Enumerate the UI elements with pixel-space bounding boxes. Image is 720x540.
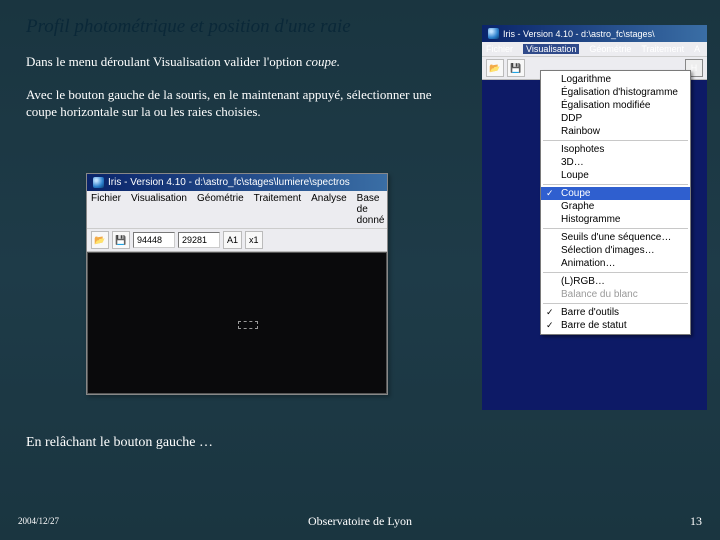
paragraph-2: Avec le bouton gauche de la souris, en l… bbox=[0, 87, 482, 121]
menu-item-s-lection-d-images[interactable]: Sélection d'images… bbox=[541, 244, 690, 257]
p1-part-a: Dans le menu déroulant Visualisation val… bbox=[26, 54, 306, 69]
menu-item-seuils-d-une-s-quence[interactable]: Seuils d'une séquence… bbox=[541, 231, 690, 244]
menu-fichier[interactable]: Fichier bbox=[486, 44, 513, 54]
iris-app-icon bbox=[93, 177, 104, 188]
menu-geometrie[interactable]: Géométrie bbox=[589, 44, 631, 54]
menu-item-ddp[interactable]: DDP bbox=[541, 112, 690, 125]
paragraph-3: En relâchant le bouton gauche … bbox=[26, 435, 213, 451]
iris-left-titlebar: Iris - Version 4.10 - d:\astro_fc\stages… bbox=[87, 174, 387, 191]
zoom-button[interactable]: x1 bbox=[245, 231, 263, 249]
menu-separator bbox=[543, 140, 688, 141]
menu-visualisation[interactable]: Visualisation bbox=[131, 193, 187, 226]
menu-geometrie[interactable]: Géométrie bbox=[197, 193, 244, 226]
save-icon[interactable]: 💾 bbox=[507, 59, 525, 77]
menu-item-graphe[interactable]: Graphe bbox=[541, 200, 690, 213]
paragraph-1: Dans le menu déroulant Visualisation val… bbox=[0, 54, 482, 71]
selection-marquee bbox=[238, 321, 258, 329]
save-icon[interactable]: 💾 bbox=[112, 231, 130, 249]
menu-item-galisation-d-histogramme[interactable]: Égalisation d'histogramme bbox=[541, 86, 690, 99]
menu-analyse[interactable]: A bbox=[694, 44, 700, 54]
iris-window-left: Iris - Version 4.10 - d:\astro_fc\stages… bbox=[86, 173, 388, 395]
menu-item-barre-d-outils[interactable]: Barre d'outils bbox=[541, 306, 690, 319]
menu-item-isophotes[interactable]: Isophotes bbox=[541, 143, 690, 156]
menu-fichier[interactable]: Fichier bbox=[91, 193, 121, 226]
menu-item-3d[interactable]: 3D… bbox=[541, 156, 690, 169]
menu-item-l-rgb[interactable]: (L)RGB… bbox=[541, 275, 690, 288]
iris-left-title: Iris - Version 4.10 - d:\astro_fc\stages… bbox=[108, 177, 350, 188]
iris-right-menubar: Fichier Visualisation Géométrie Traiteme… bbox=[482, 42, 707, 57]
menu-item-logarithme[interactable]: Logarithme bbox=[541, 73, 690, 86]
iris-right-titlebar: Iris - Version 4.10 - d:\astro_fc\stages… bbox=[482, 25, 707, 42]
p1-option-coupe: coupe. bbox=[306, 54, 340, 69]
menu-item-galisation-modifi-e[interactable]: Égalisation modifiée bbox=[541, 99, 690, 112]
threshold-field-2[interactable]: 29281 bbox=[178, 232, 220, 248]
iris-right-title: Iris - Version 4.10 - d:\astro_fc\stages… bbox=[503, 29, 655, 39]
menu-item-balance-du-blanc: Balance du blanc bbox=[541, 288, 690, 301]
iris-app-icon bbox=[488, 28, 499, 39]
menu-traitement[interactable]: Traitement bbox=[641, 44, 684, 54]
menu-separator bbox=[543, 184, 688, 185]
menu-item-barre-de-statut[interactable]: Barre de statut bbox=[541, 319, 690, 332]
menu-item-loupe[interactable]: Loupe bbox=[541, 169, 690, 182]
iris-window-right: Iris - Version 4.10 - d:\astro_fc\stages… bbox=[482, 25, 707, 410]
footer-org: Observatoire de Lyon bbox=[308, 514, 412, 529]
menu-visualisation-active[interactable]: Visualisation bbox=[523, 44, 579, 54]
menu-traitement[interactable]: Traitement bbox=[254, 193, 301, 226]
iris-left-toolbar: 📂 💾 94448 29281 A1 x1 bbox=[87, 229, 387, 252]
iris-left-canvas bbox=[87, 252, 387, 394]
menu-item-coupe[interactable]: Coupe bbox=[541, 187, 690, 200]
open-icon[interactable]: 📂 bbox=[486, 59, 504, 77]
menu-basedonnees[interactable]: Base de donné bbox=[357, 193, 385, 226]
threshold-field-1[interactable]: 94448 bbox=[133, 232, 175, 248]
footer: 2004/12/27 Observatoire de Lyon 13 bbox=[0, 516, 720, 526]
iris-left-menubar: Fichier Visualisation Géométrie Traiteme… bbox=[87, 191, 387, 229]
menu-item-rainbow[interactable]: Rainbow bbox=[541, 125, 690, 138]
open-icon[interactable]: 📂 bbox=[91, 231, 109, 249]
menu-item-histogramme[interactable]: Histogramme bbox=[541, 213, 690, 226]
footer-page: 13 bbox=[690, 514, 702, 529]
menu-separator bbox=[543, 303, 688, 304]
menu-analyse[interactable]: Analyse bbox=[311, 193, 347, 226]
menu-separator bbox=[543, 228, 688, 229]
visualisation-dropdown: LogarithmeÉgalisation d'histogrammeÉgali… bbox=[540, 70, 691, 335]
menu-item-animation[interactable]: Animation… bbox=[541, 257, 690, 270]
menu-separator bbox=[543, 272, 688, 273]
footer-date: 2004/12/27 bbox=[18, 516, 59, 526]
auto-button[interactable]: A1 bbox=[223, 231, 242, 249]
